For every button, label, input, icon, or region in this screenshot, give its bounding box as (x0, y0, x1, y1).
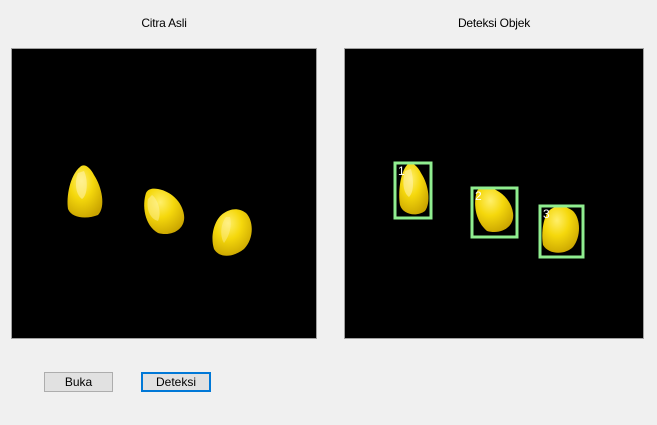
box-label-1: 1 (398, 164, 405, 178)
corn-kernel-3 (212, 209, 252, 256)
corn-kernel-1 (67, 165, 103, 218)
label-original-image: Citra Asli (141, 16, 187, 30)
original-image-panel (11, 48, 317, 339)
detect-button[interactable]: Deteksi (141, 372, 211, 392)
box-label-3: 3 (543, 207, 550, 221)
detection-image-panel: 1 2 3 (344, 48, 644, 339)
detection-image: 1 2 3 (393, 161, 585, 259)
label-detection-image: Deteksi Objek (457, 16, 531, 30)
box-label-2: 2 (475, 189, 482, 203)
original-image (67, 165, 252, 256)
corn-kernel-2 (144, 188, 185, 235)
open-button[interactable]: Buka (44, 372, 113, 392)
